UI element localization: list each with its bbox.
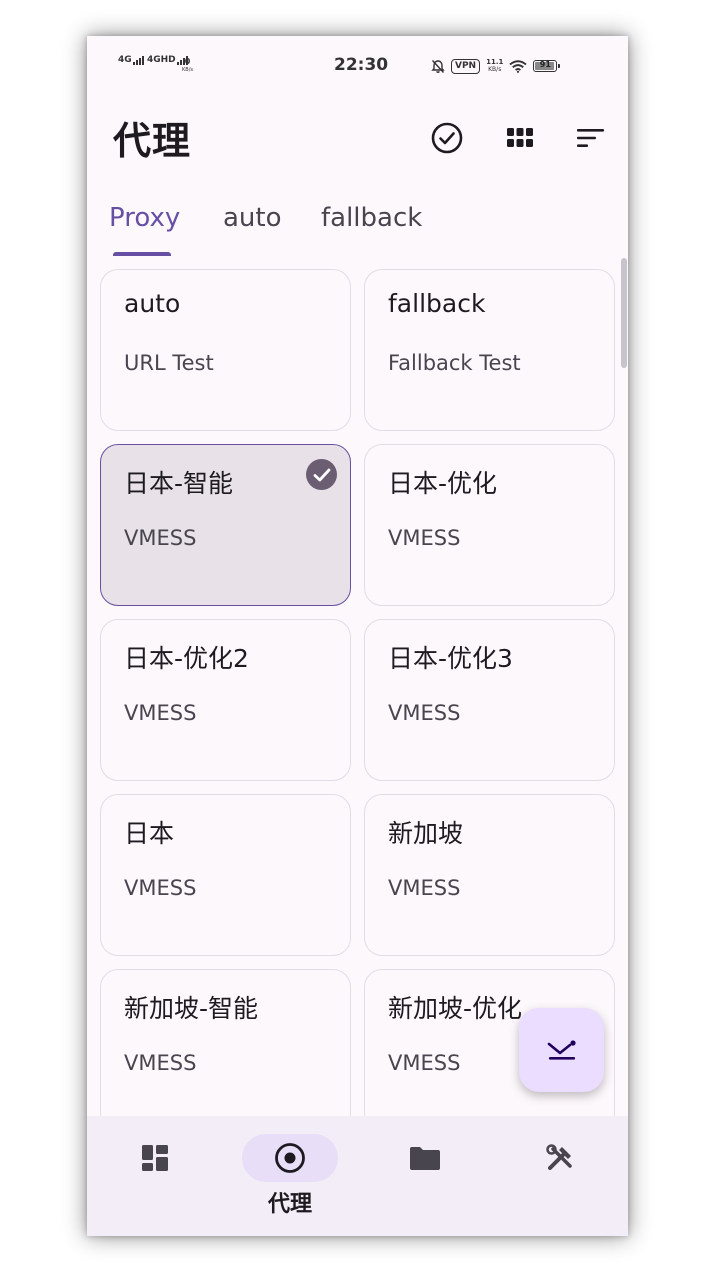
check-circle-icon xyxy=(431,122,463,154)
proxy-type: VMESS xyxy=(388,526,461,550)
proxy-radio-icon xyxy=(275,1143,305,1173)
bottom-navigation: 代理 xyxy=(87,1116,628,1236)
proxy-name: 日本-优化3 xyxy=(388,644,513,673)
tab-proxy[interactable]: Proxy xyxy=(109,203,180,233)
proxy-type: VMESS xyxy=(124,526,197,550)
check-all-button[interactable] xyxy=(429,120,465,156)
proxy-card[interactable]: 新加坡-智能 VMESS xyxy=(100,969,351,1131)
proxy-card[interactable]: fallback Fallback Test xyxy=(364,269,615,431)
proxy-name: 日本-智能 xyxy=(124,469,234,498)
tools-icon xyxy=(546,1144,572,1170)
proxy-name: 日本-优化2 xyxy=(124,644,249,673)
proxy-card[interactable]: 日本-优化2 VMESS xyxy=(100,619,351,781)
collapse-fab-button[interactable] xyxy=(519,1008,604,1092)
signal-label-2: 4GHD xyxy=(147,55,176,65)
nav-pill-active xyxy=(242,1134,338,1182)
nav-pill xyxy=(107,1134,203,1182)
proxy-name: 日本 xyxy=(124,819,175,848)
proxy-type: URL Test xyxy=(124,351,214,375)
nav-dashboard[interactable] xyxy=(107,1116,203,1236)
tab-fallback[interactable]: fallback xyxy=(321,203,422,233)
proxy-type: VMESS xyxy=(124,876,197,900)
battery-icon: 91 xyxy=(533,60,561,72)
proxy-name: 日本-优化 xyxy=(388,469,498,498)
battery-level: 91 xyxy=(539,60,551,69)
proxy-name: fallback xyxy=(388,289,486,318)
page-title: 代理 xyxy=(113,119,192,163)
collapse-chevron-icon xyxy=(547,1040,576,1060)
scrollbar[interactable] xyxy=(621,258,627,368)
proxy-card[interactable]: 新加坡 VMESS xyxy=(364,794,615,956)
speed-value: 0 xyxy=(184,57,191,66)
proxy-card-selected[interactable]: 日本-智能 VMESS xyxy=(100,444,351,606)
proxy-card[interactable]: 日本-优化3 VMESS xyxy=(364,619,615,781)
proxy-name: auto xyxy=(124,289,181,318)
proxy-name: 新加坡-优化 xyxy=(388,994,523,1023)
vpn-badge: VPN xyxy=(451,58,481,74)
nav-pill xyxy=(377,1134,473,1182)
grid-view-icon xyxy=(507,128,533,147)
nav-pill xyxy=(512,1134,608,1182)
proxy-type: VMESS xyxy=(388,876,461,900)
proxy-card[interactable]: 日本 VMESS xyxy=(100,794,351,956)
proxy-name: 新加坡 xyxy=(388,819,464,848)
proxy-card[interactable]: 日本-优化 VMESS xyxy=(364,444,615,606)
phone-screen: 4G 4GHD 0 KB/s 22:30 VPN 11.1 KB/s 91 代理… xyxy=(87,36,628,1236)
status-icons: VPN 11.1 KB/s 91 xyxy=(431,57,561,75)
nav-profiles[interactable] xyxy=(377,1116,473,1236)
status-bar: 4G 4GHD 0 KB/s 22:30 VPN 11.1 KB/s 91 xyxy=(87,36,628,94)
folder-icon xyxy=(410,1147,440,1170)
network-speed: 11.1 KB/s xyxy=(486,58,504,74)
group-tabs: Proxy auto fallback xyxy=(87,200,628,260)
bell-off-icon xyxy=(431,59,445,73)
net-unit: KB/s xyxy=(488,66,502,73)
net-value: 11.1 xyxy=(486,58,504,66)
sort-button[interactable] xyxy=(573,120,609,156)
dashboard-icon xyxy=(142,1145,168,1171)
nav-label-proxy: 代理 xyxy=(267,1192,312,1217)
view-mode-button[interactable] xyxy=(502,120,538,156)
speed-indicator: 0 KB/s xyxy=(182,58,193,74)
signal-indicator-1: 4G xyxy=(118,56,145,65)
selected-check-icon xyxy=(306,459,337,490)
tab-auto[interactable]: auto xyxy=(223,203,282,233)
speed-unit: KB/s xyxy=(182,67,193,73)
nav-tools[interactable] xyxy=(512,1116,608,1236)
wifi-icon xyxy=(509,59,528,73)
signal-label-1: 4G xyxy=(118,55,132,65)
proxy-type: VMESS xyxy=(124,1051,197,1075)
proxy-type: VMESS xyxy=(388,701,461,725)
active-tab-indicator xyxy=(113,252,171,256)
proxy-type: Fallback Test xyxy=(388,351,521,375)
proxy-card[interactable]: auto URL Test xyxy=(100,269,351,431)
proxy-type: VMESS xyxy=(388,1051,461,1075)
proxy-name: 新加坡-智能 xyxy=(124,994,259,1023)
sort-icon xyxy=(577,129,604,147)
clock: 22:30 xyxy=(334,55,389,75)
nav-proxy[interactable]: 代理 xyxy=(242,1116,338,1236)
proxy-type: VMESS xyxy=(124,701,197,725)
